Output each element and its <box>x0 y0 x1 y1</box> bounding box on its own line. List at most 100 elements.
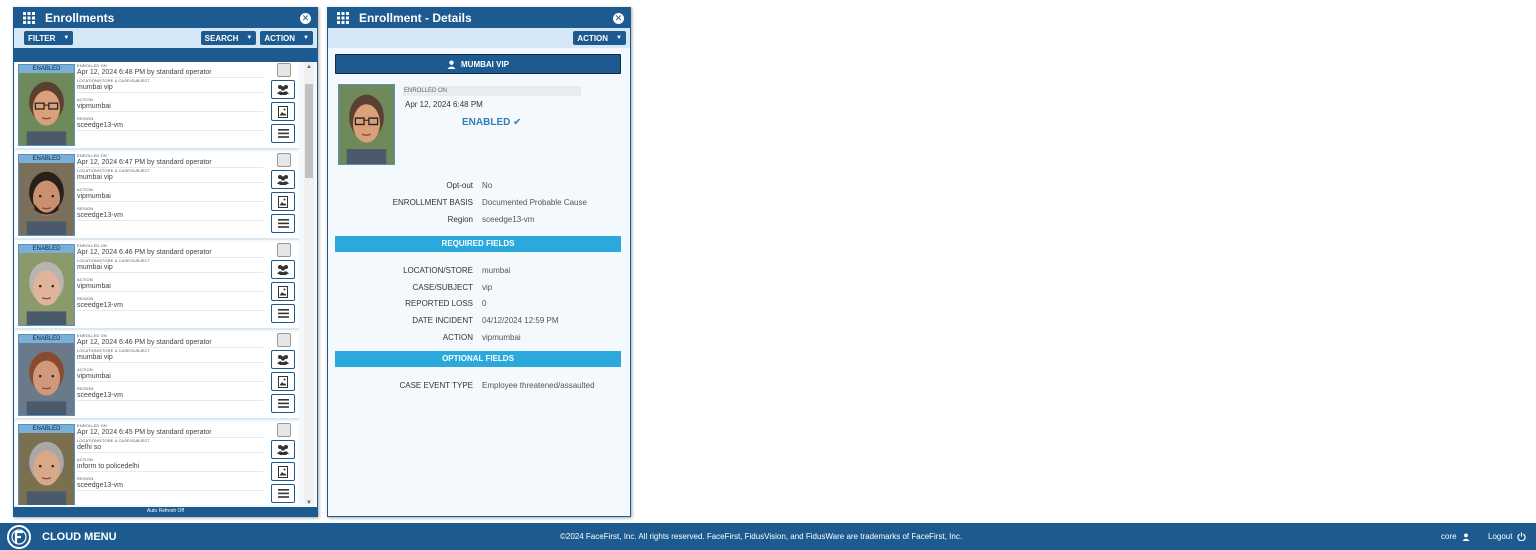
detail-row: Opt-out No <box>328 181 628 193</box>
detail-row: ENROLLMENT BASIS Documented Probable Caus… <box>328 198 628 210</box>
user-icon <box>447 60 456 69</box>
action-button[interactable]: ACTION ▼ <box>573 31 626 45</box>
group-button[interactable] <box>271 440 295 459</box>
select-checkbox[interactable] <box>277 423 291 437</box>
select-checkbox[interactable] <box>277 333 291 347</box>
list-item[interactable]: ENABLED ENROLLED ON Apr 12, 2024 6:46 PM… <box>15 332 299 420</box>
field-label: LOCATION/STORE <box>403 266 473 275</box>
enrolled-on-value: Apr 12, 2024 6:46 PM by standard operato… <box>77 248 263 258</box>
menu-button[interactable] <box>271 214 295 233</box>
details-title: Enrollment - Details <box>359 11 472 25</box>
status-badge: ENABLED <box>19 155 74 163</box>
user-menu[interactable]: core <box>1441 532 1470 541</box>
field-value: mumbai <box>482 266 511 275</box>
field-value: vipmumbai <box>482 333 521 342</box>
enrollment-info: ENROLLED ON Apr 12, 2024 6:46 PM by stan… <box>77 333 263 401</box>
list-item[interactable]: ENABLED ENROLLED ON Apr 12, 2024 6:46 PM… <box>15 242 299 330</box>
enrollment-photo[interactable]: ENABLED <box>18 64 75 146</box>
location-value: mumbai vip <box>77 263 263 273</box>
action-button[interactable]: ACTION ▼ <box>260 31 313 45</box>
action-value: vipmumbai <box>77 102 263 112</box>
logout-label: Logout <box>1488 532 1513 541</box>
enrollment-photo[interactable]: ENABLED <box>18 334 75 416</box>
subject-name-button[interactable]: MUMBAI VIP <box>335 54 621 74</box>
logout-button[interactable]: Logout <box>1488 532 1527 541</box>
menu-button[interactable] <box>271 394 295 413</box>
power-icon <box>1517 532 1527 541</box>
select-checkbox[interactable] <box>277 63 291 77</box>
group-button[interactable] <box>271 260 295 279</box>
chevron-down-icon: ▼ <box>616 35 622 41</box>
face-photo <box>19 253 74 325</box>
enrollment-list[interactable]: ENABLED ENROLLED ON Apr 12, 2024 6:48 PM… <box>14 62 317 505</box>
location-value: mumbai vip <box>77 353 263 363</box>
region-value: sceedge13-vm <box>77 481 263 491</box>
enrollment-photo[interactable]: ENABLED <box>18 244 75 326</box>
image-icon <box>278 105 288 118</box>
field-label: CASE EVENT TYPE <box>399 381 473 390</box>
image-icon <box>278 195 288 208</box>
chevron-down-icon: ▼ <box>63 35 70 41</box>
field-label: ACTION <box>442 333 473 342</box>
field-label: CASE/SUBJECT <box>412 283 473 292</box>
image-icon <box>278 465 288 478</box>
image-button[interactable] <box>271 372 295 391</box>
action-value: vipmumbai <box>77 372 263 382</box>
image-button[interactable] <box>271 462 295 481</box>
field-value: Documented Probable Cause <box>482 198 587 207</box>
grid-icon[interactable] <box>23 12 35 24</box>
group-button[interactable] <box>271 350 295 369</box>
chevron-down-icon: ▼ <box>303 35 309 41</box>
image-button[interactable] <box>271 282 295 301</box>
auto-refresh-bar[interactable]: Auto Refresh Off <box>14 507 317 516</box>
list-item[interactable]: ENABLED ENROLLED ON Apr 12, 2024 6:48 PM… <box>15 62 299 150</box>
menu-icon <box>277 399 289 408</box>
status-badge: ENABLED ✔ <box>462 117 522 128</box>
search-button[interactable]: SEARCH ▼ <box>200 31 257 45</box>
image-button[interactable] <box>271 192 295 211</box>
field-value: sceedge13-vm <box>482 215 535 224</box>
field-label: Opt-out <box>446 181 473 190</box>
field-label: DATE INCIDENT <box>412 316 473 325</box>
scroll-up-icon[interactable]: ▲ <box>306 64 312 70</box>
grid-icon[interactable] <box>337 12 349 24</box>
status-badge: ENABLED <box>19 65 74 73</box>
status-text: ENABLED <box>462 117 511 128</box>
enrollment-photo[interactable]: ENABLED <box>18 154 75 236</box>
region-value: sceedge13-vm <box>77 211 263 221</box>
field-value: vip <box>482 283 493 292</box>
details-toolbar: ACTION ▼ <box>328 28 630 48</box>
select-checkbox[interactable] <box>277 243 291 257</box>
list-item[interactable]: ENABLED ENROLLED ON Apr 12, 2024 6:47 PM… <box>15 152 299 240</box>
action-value: vipmumbai <box>77 192 263 202</box>
image-icon <box>278 375 288 388</box>
enrolled-on-label: ENROLLED ON <box>403 86 581 96</box>
filter-button[interactable]: FILTER ▼ <box>24 31 74 45</box>
close-icon[interactable]: ✕ <box>613 12 624 24</box>
close-icon[interactable]: ✕ <box>300 12 311 24</box>
face-photo <box>19 73 74 145</box>
select-checkbox[interactable] <box>277 153 291 167</box>
scroll-down-icon[interactable]: ▼ <box>306 500 312 506</box>
image-button[interactable] <box>271 102 295 121</box>
cloud-menu-button[interactable]: CLOUD MENU <box>42 531 117 543</box>
list-item[interactable]: ENABLED ENROLLED ON Apr 12, 2024 6:45 PM… <box>15 422 299 505</box>
enrolled-on-value: Apr 12, 2024 6:47 PM by standard operato… <box>77 158 263 168</box>
scrollbar[interactable]: ▲ ▼ <box>304 62 314 506</box>
field-label: REPORTED LOSS <box>405 299 473 308</box>
enrollment-photo[interactable]: ENABLED <box>18 424 75 505</box>
scroll-thumb[interactable] <box>305 84 313 178</box>
facefirst-logo-icon[interactable] <box>6 525 32 549</box>
menu-button[interactable] <box>271 124 295 143</box>
image-icon <box>278 285 288 298</box>
location-value: delhi so <box>77 443 263 453</box>
enrolled-on-value: Apr 12, 2024 6:45 PM by standard operato… <box>77 428 263 438</box>
group-button[interactable] <box>271 80 295 99</box>
status-badge: ENABLED <box>19 245 74 253</box>
group-button[interactable] <box>271 170 295 189</box>
action-label: ACTION <box>577 33 609 43</box>
menu-button[interactable] <box>271 304 295 323</box>
field-label: Region <box>447 215 473 224</box>
field-value: 0 <box>482 299 487 308</box>
menu-button[interactable] <box>271 484 295 503</box>
